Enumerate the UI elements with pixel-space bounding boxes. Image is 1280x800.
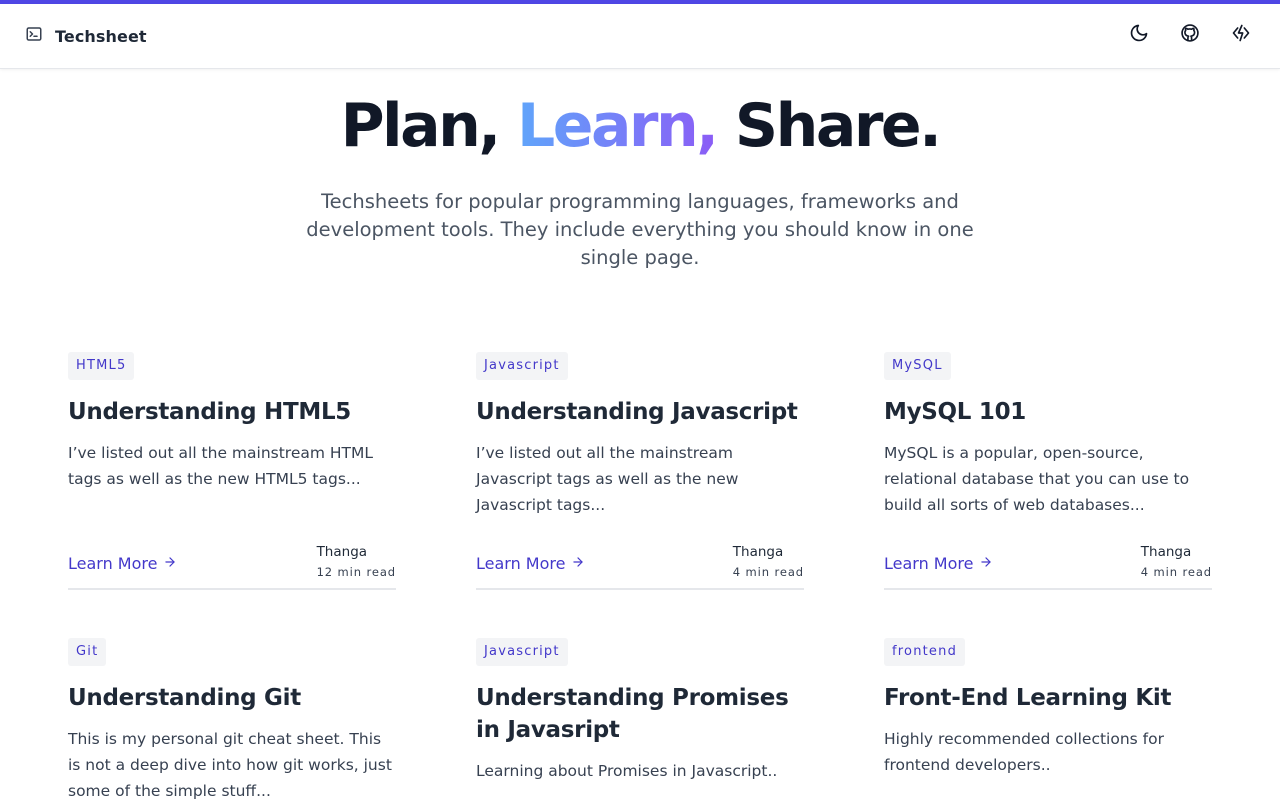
- card-tag[interactable]: MySQL: [884, 352, 951, 380]
- github-button[interactable]: [1179, 24, 1201, 46]
- brand[interactable]: Techsheet: [25, 25, 147, 47]
- card-html5: HTML5 Understanding HTML5 I’ve listed ou…: [68, 352, 396, 590]
- card-meta: Thanga 4 min read: [1141, 543, 1212, 583]
- card-tag[interactable]: frontend: [884, 638, 966, 666]
- learn-more-label: Learn More: [476, 554, 566, 573]
- hero-title-share: Share.: [734, 91, 942, 161]
- card-title[interactable]: Front-End Learning Kit: [884, 682, 1212, 714]
- lightning-button[interactable]: [1230, 24, 1252, 46]
- card-tag[interactable]: Javascript: [476, 352, 568, 380]
- card-read-time: 4 min read: [732, 565, 804, 579]
- card-git: Git Understanding Git This is my persona…: [68, 638, 396, 800]
- card-javascript: Javascript Understanding Javascript I’ve…: [476, 352, 804, 590]
- card-title[interactable]: Understanding Javascript: [476, 396, 804, 428]
- card-promises: Javascript Understanding Promises in Jav…: [476, 638, 804, 784]
- arrow-right-icon: [979, 554, 993, 573]
- card-author: Thanga: [732, 544, 784, 560]
- card-description: This is my personal git cheat sheet. Thi…: [68, 730, 392, 800]
- card-mysql: MySQL MySQL 101 MySQL is a popular, open…: [884, 352, 1212, 590]
- learn-more-label: Learn More: [884, 554, 974, 573]
- card-footer: Learn More Thanga 4 min read: [476, 542, 804, 590]
- brand-name: Techsheet: [55, 26, 147, 46]
- card-title[interactable]: Understanding Promises in Javasript: [476, 682, 804, 746]
- card-tag[interactable]: Git: [68, 638, 107, 666]
- nav-actions: [1128, 24, 1252, 46]
- card-description: MySQL is a popular, open-source, relatio…: [884, 444, 1190, 514]
- navbar: Techsheet: [0, 4, 1280, 69]
- card-tag[interactable]: HTML5: [68, 352, 135, 380]
- card-meta: Thanga 4 min read: [733, 543, 804, 583]
- card-footer: Learn More Thanga 12 min read: [68, 542, 396, 590]
- hero-title-learn: Learn,: [517, 91, 719, 161]
- card-description: I’ve listed out all the mainstream HTML …: [68, 444, 374, 488]
- learn-more-link[interactable]: Learn More: [884, 554, 993, 573]
- card-footer: Learn More Thanga 4 min read: [884, 542, 1212, 590]
- card-title[interactable]: MySQL 101: [884, 396, 1212, 428]
- terminal-icon: [25, 25, 43, 47]
- card-description: Learning about Promises in Javascript..: [476, 762, 778, 780]
- arrow-right-icon: [571, 554, 585, 573]
- learn-more-link[interactable]: Learn More: [476, 554, 585, 573]
- card-read-time: 4 min read: [1140, 565, 1212, 579]
- theme-toggle-button[interactable]: [1128, 24, 1150, 46]
- learn-more-label: Learn More: [68, 554, 158, 573]
- arrow-right-icon: [163, 554, 177, 573]
- card-title[interactable]: Understanding Git: [68, 682, 396, 714]
- card-frontend: frontend Front-End Learning Kit Highly r…: [884, 638, 1212, 778]
- moon-icon: [1129, 23, 1149, 47]
- card-read-time: 12 min read: [316, 565, 396, 579]
- hero-title-plan: Plan,: [340, 91, 502, 161]
- card-description: I’ve listed out all the mainstream Javas…: [476, 444, 739, 514]
- github-icon: [1180, 23, 1200, 47]
- card-meta: Thanga 12 min read: [317, 543, 396, 583]
- hero-subtitle: Techsheets for popular programming langu…: [306, 190, 974, 269]
- lightning-icon: [1231, 23, 1251, 47]
- card-author: Thanga: [316, 544, 368, 560]
- card-description: Highly recommended collections for front…: [884, 730, 1164, 774]
- card-author: Thanga: [1140, 544, 1192, 560]
- card-tag[interactable]: Javascript: [476, 638, 568, 666]
- card-title[interactable]: Understanding HTML5: [68, 396, 396, 428]
- hero-title: Plan, Learn, Share.: [0, 90, 1280, 162]
- learn-more-link[interactable]: Learn More: [68, 554, 177, 573]
